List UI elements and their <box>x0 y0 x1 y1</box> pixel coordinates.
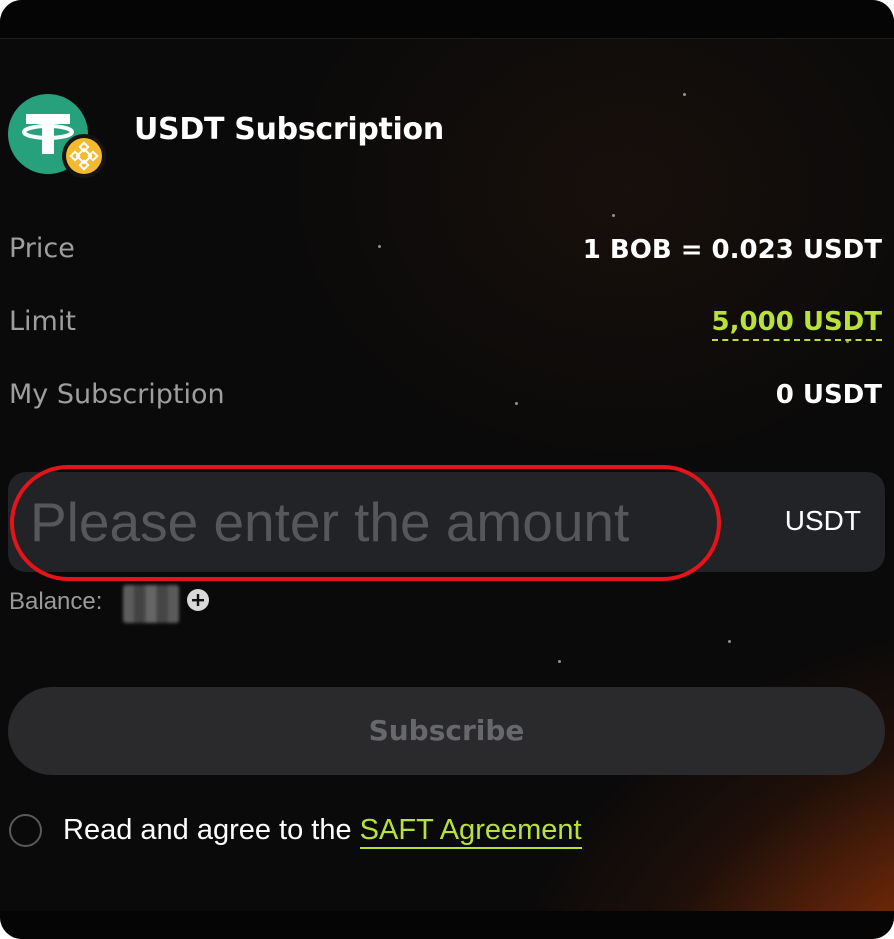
top-bar <box>0 0 894 39</box>
subscription-panel: USDT Subscription Price 1 BOB = 0.023 US… <box>0 0 894 939</box>
agreement-text: Read and agree to the SAFT Agreement <box>63 814 582 849</box>
amount-field: USDT <box>8 472 885 572</box>
plus-circle-icon[interactable] <box>187 589 209 611</box>
saft-agreement-link[interactable]: SAFT Agreement <box>359 814 582 849</box>
limit-value[interactable]: 5,000 USDT <box>711 307 882 341</box>
subscribe-button[interactable]: Subscribe <box>8 687 885 775</box>
balance-label: Balance: <box>9 588 103 615</box>
amount-unit: USDT <box>784 505 861 536</box>
bnb-chain-badge-icon <box>62 134 106 178</box>
page-title: USDT Subscription <box>134 112 444 147</box>
balance-value-redacted <box>123 585 179 623</box>
my-subscription-value: 0 USDT <box>775 380 882 410</box>
agreement-prefix: Read and agree to the <box>63 814 360 846</box>
my-subscription-label: My Subscription <box>9 379 225 410</box>
price-value: 1 BOB = 0.023 USDT <box>582 235 882 265</box>
price-label: Price <box>9 233 75 264</box>
limit-label: Limit <box>9 306 76 337</box>
amount-input[interactable] <box>30 486 710 558</box>
bottom-bar <box>0 911 894 939</box>
agreement-radio[interactable] <box>9 814 42 847</box>
